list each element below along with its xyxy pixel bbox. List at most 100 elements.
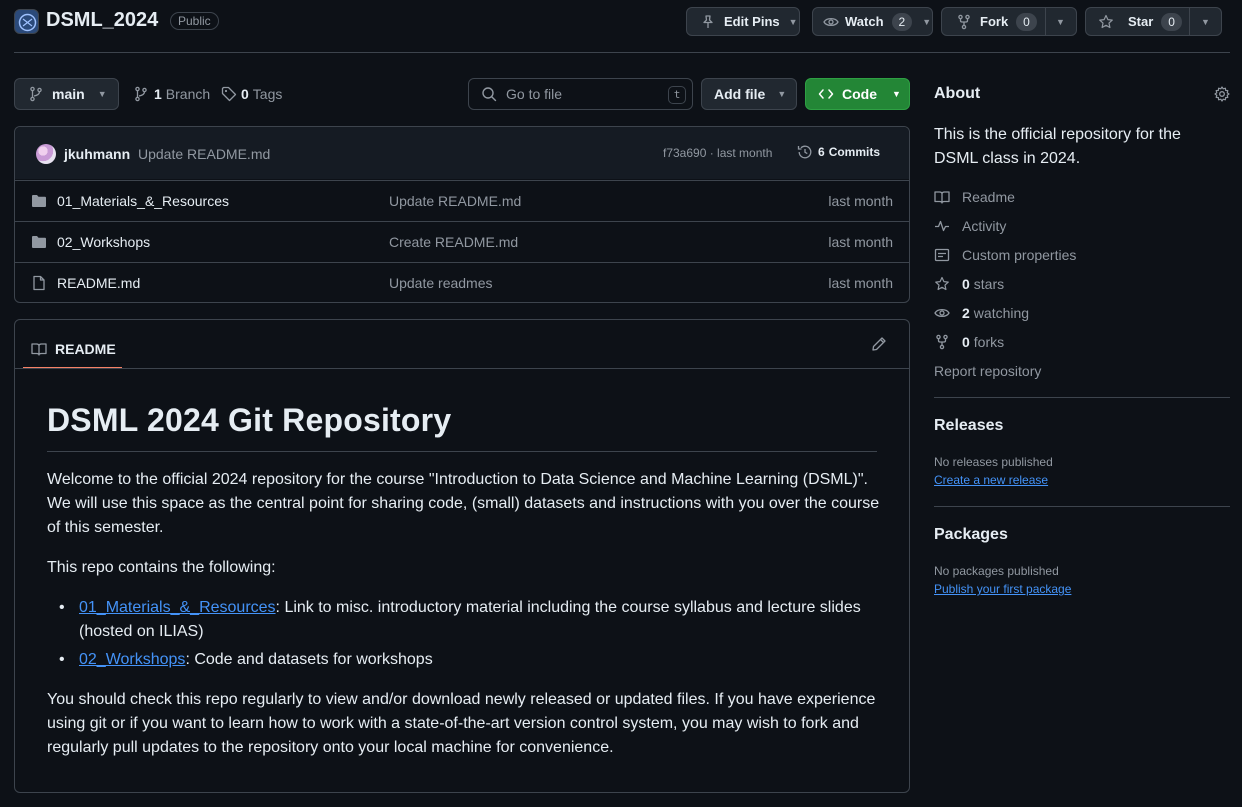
file-name[interactable]: 02_Workshops (57, 234, 150, 250)
readme-label: Readme (962, 189, 1015, 205)
readme-header-divider (15, 368, 909, 369)
branch-icon (30, 86, 42, 102)
stars-label: stars (973, 276, 1005, 292)
about-watching-link[interactable]: 2 watching (934, 305, 1029, 321)
pin-icon (703, 14, 713, 28)
commits-count: 6 (818, 145, 825, 159)
file-commit-message[interactable]: Create README.md (389, 234, 518, 250)
watch-count: 2 (891, 12, 913, 31)
fork-button[interactable]: Fork 0 ▼ (941, 7, 1077, 36)
file-icon (33, 275, 45, 291)
sidebar-divider (934, 397, 1230, 398)
about-title: About (934, 85, 981, 102)
book-icon (934, 191, 950, 204)
watching-count: 2 (962, 305, 970, 321)
fork-icon (958, 14, 970, 29)
go-to-file-search[interactable]: Go to file t (468, 78, 693, 110)
branches-link[interactable]: 1 Branch (133, 86, 210, 102)
code-icon (818, 89, 834, 99)
shortcut-key: t (668, 86, 686, 104)
fork-count: 0 (1016, 12, 1037, 31)
create-release-link[interactable]: Create a new release (934, 473, 1048, 487)
list-item-text: : Code and datasets for workshops (185, 651, 433, 668)
folder-icon (32, 236, 46, 248)
file-commit-time: last month (828, 193, 893, 209)
about-stars-link[interactable]: 0 stars (934, 276, 1004, 292)
file-row[interactable]: README.md Update readmes last month (15, 262, 909, 303)
commit-author[interactable]: jkuhmann (64, 146, 130, 162)
materials-link[interactable]: 01_Materials_&_Resources (79, 599, 276, 616)
commits-label: Commits (828, 145, 881, 159)
packages-empty-text: No packages published (934, 564, 1059, 578)
file-commit-message[interactable]: Update readmes (389, 275, 493, 291)
report-repository-link[interactable]: Report repository (934, 363, 1041, 379)
about-description: This is the official repository for the … (934, 126, 1181, 167)
readme-outro: You should check this repo regularly to … (47, 691, 876, 756)
watch-button[interactable]: Watch 2 ▼ (812, 7, 933, 36)
readme-tab[interactable]: README (23, 330, 122, 369)
history-icon (797, 145, 812, 159)
eye-icon (823, 17, 839, 26)
activity-label: Activity (962, 218, 1007, 234)
header-divider (14, 52, 1230, 53)
file-name[interactable]: 01_Materials_&_Resources (57, 193, 229, 209)
gear-icon[interactable] (1214, 86, 1230, 102)
commit-hash-time[interactable]: f73a690 · last month (663, 146, 772, 160)
star-label: Star (1128, 14, 1154, 29)
readme-contains: This repo contains the following: (47, 559, 276, 576)
caret-down-icon[interactable]: ▼ (1201, 17, 1210, 27)
code-button[interactable]: Code ▼ (805, 78, 910, 110)
file-commit-time: last month (828, 275, 893, 291)
forks-label: forks (973, 334, 1005, 350)
workshops-link[interactable]: 02_Workshops (79, 651, 185, 668)
bullet: • (59, 651, 65, 668)
readme-list-item: • 01_Materials_&_Resources: Link to misc… (59, 596, 884, 644)
heading-rule (47, 451, 877, 452)
watch-label: Watch (845, 14, 884, 29)
tags-link[interactable]: 0 Tags (221, 86, 282, 102)
file-commit-time: last month (828, 234, 893, 250)
tags-label: Tags (252, 86, 283, 102)
pencil-icon[interactable] (871, 336, 887, 352)
add-file-button[interactable]: Add file ▼ (701, 78, 797, 110)
readme-intro: Welcome to the official 2024 repository … (47, 471, 880, 536)
tag-icon (221, 86, 237, 102)
file-row[interactable]: 01_Materials_&_Resources Update README.m… (15, 180, 909, 221)
star-button[interactable]: Star 0 ▼ (1085, 7, 1222, 36)
releases-title[interactable]: Releases (934, 417, 1003, 435)
star-icon (1099, 14, 1113, 28)
stars-count: 0 (962, 276, 970, 292)
star-icon (935, 276, 949, 291)
fork-label: Fork (980, 14, 1009, 29)
forks-count: 0 (962, 334, 970, 350)
edit-pins-label: Edit Pins (724, 14, 780, 29)
visibility-badge: Public (170, 12, 219, 30)
branch-selector[interactable]: main ▼ (14, 78, 119, 110)
caret-down-icon: ▼ (892, 89, 901, 99)
repo-name[interactable]: DSML_2024 (46, 9, 158, 32)
about-readme-link[interactable]: Readme (934, 189, 1015, 205)
author-avatar[interactable] (36, 144, 56, 164)
pulse-icon (935, 220, 949, 232)
file-row[interactable]: 02_Workshops Create README.md last month (15, 221, 909, 262)
readme-list-item: • 02_Workshops: Code and datasets for wo… (59, 648, 884, 672)
file-commit-message[interactable]: Update README.md (389, 193, 521, 209)
caret-down-icon: ▼ (777, 89, 787, 99)
watching-label: watching (973, 305, 1030, 321)
about-custom-properties-link[interactable]: Custom properties (934, 247, 1076, 263)
releases-empty-text: No releases published (934, 455, 1053, 469)
repo-avatar[interactable] (14, 9, 39, 34)
bullet: • (59, 599, 65, 616)
commits-link[interactable]: 6 Commits (797, 144, 880, 160)
edit-pins-button[interactable]: Edit Pins ▼ (686, 7, 800, 36)
publish-package-link[interactable]: Publish your first package (934, 582, 1071, 596)
star-count: 0 (1161, 12, 1182, 31)
file-name[interactable]: README.md (57, 275, 140, 291)
eye-icon (934, 308, 950, 318)
commit-message[interactable]: Update README.md (138, 146, 270, 162)
caret-down-icon[interactable]: ▼ (1056, 17, 1065, 27)
about-forks-link[interactable]: 0 forks (934, 334, 1004, 350)
readme-heading: DSML 2024 Git Repository (47, 402, 452, 438)
about-activity-link[interactable]: Activity (934, 218, 1006, 234)
packages-title[interactable]: Packages (934, 526, 1008, 544)
